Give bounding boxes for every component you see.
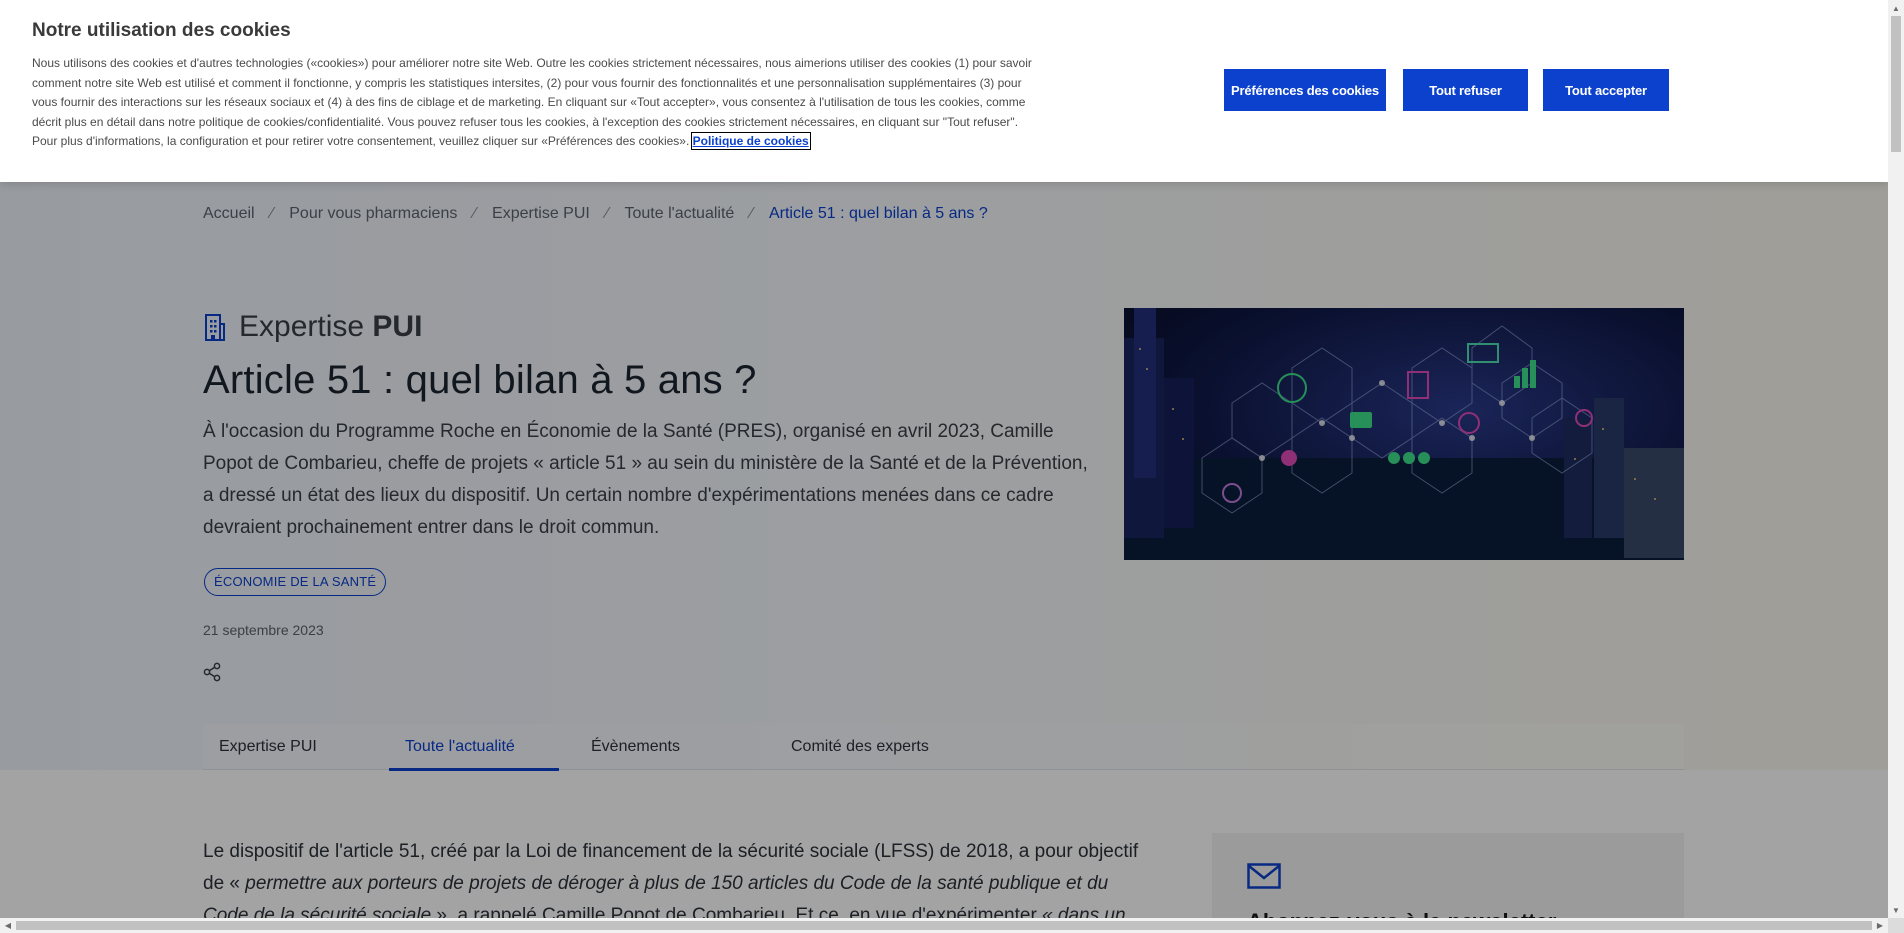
scroll-down-arrow-icon[interactable]: ▼ [1888,902,1904,918]
cookie-refuse-all-button[interactable]: Tout refuser [1403,69,1528,111]
horizontal-scrollbar[interactable]: ◀ ▶ [0,918,1888,933]
scroll-up-arrow-icon[interactable]: ▲ [1888,0,1904,16]
cookie-banner-text: Nous utilisons des cookies et d'autres t… [32,54,1032,152]
scroll-left-arrow-icon[interactable]: ◀ [0,918,16,933]
cookie-accept-all-button[interactable]: Tout accepter [1543,69,1669,111]
scroll-right-arrow-icon[interactable]: ▶ [1872,918,1888,933]
vertical-scroll-thumb[interactable] [1891,16,1901,152]
cookie-banner-title: Notre utilisation des cookies [32,20,291,41]
cookie-text-body: Nous utilisons des cookies et d'autres t… [32,56,1032,149]
vertical-scrollbar[interactable]: ▲ ▼ [1888,0,1904,918]
cookie-banner: Notre utilisation des cookies Nous utili… [0,0,1888,182]
cookie-preferences-button[interactable]: Préférences des cookies [1224,69,1386,111]
scrollbar-corner [1888,918,1904,933]
horizontal-scroll-thumb[interactable] [16,921,1872,930]
cookie-policy-link[interactable]: Politique de cookies [690,132,811,151]
